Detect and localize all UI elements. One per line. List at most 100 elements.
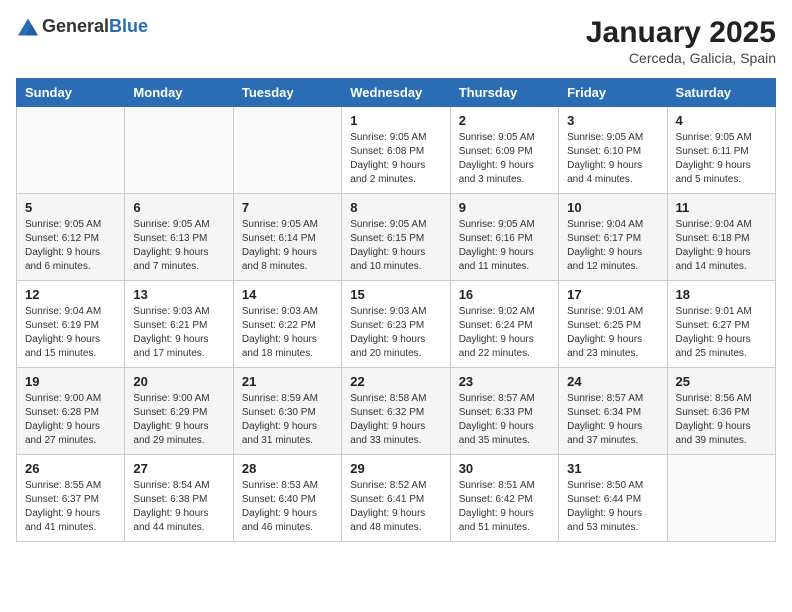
weekday-header-wednesday: Wednesday [342, 79, 450, 107]
page-header: GeneralBlue January 2025 Cerceda, Galici… [16, 16, 776, 66]
calendar-cell: 26 Sunrise: 8:55 AMSunset: 6:37 PMDayligh… [17, 455, 125, 542]
calendar-cell [125, 107, 233, 194]
day-info: Sunrise: 9:05 AMSunset: 6:12 PMDaylight:… [25, 218, 116, 274]
calendar-cell: 2 Sunrise: 9:05 AMSunset: 6:09 PMDaylight… [450, 107, 558, 194]
day-info: Sunrise: 9:02 AMSunset: 6:24 PMDaylight:… [459, 305, 550, 361]
day-number: 21 [242, 374, 333, 389]
day-number: 25 [676, 374, 767, 389]
day-number: 20 [133, 374, 224, 389]
day-number: 24 [567, 374, 658, 389]
calendar-cell [667, 455, 775, 542]
day-number: 10 [567, 200, 658, 215]
day-number: 7 [242, 200, 333, 215]
day-info: Sunrise: 8:52 AMSunset: 6:41 PMDaylight:… [350, 479, 441, 535]
day-info: Sunrise: 9:04 AMSunset: 6:19 PMDaylight:… [25, 305, 116, 361]
calendar-cell [17, 107, 125, 194]
calendar-body: 1 Sunrise: 9:05 AMSunset: 6:08 PMDaylight… [17, 107, 776, 542]
calendar-cell: 7 Sunrise: 9:05 AMSunset: 6:14 PMDaylight… [233, 194, 341, 281]
day-info: Sunrise: 8:56 AMSunset: 6:36 PMDaylight:… [676, 392, 767, 448]
location-title: Cerceda, Galicia, Spain [586, 50, 776, 66]
weekday-header-saturday: Saturday [667, 79, 775, 107]
calendar-cell: 24 Sunrise: 8:57 AMSunset: 6:34 PMDayligh… [559, 368, 667, 455]
calendar-cell: 3Sunrise: 9:05 AMSunset: 6:10 PMDaylight… [559, 107, 667, 194]
weekday-header-thursday: Thursday [450, 79, 558, 107]
day-number: 17 [567, 287, 658, 302]
logo-icon [16, 17, 40, 37]
day-number: 19 [25, 374, 116, 389]
day-number: 26 [25, 461, 116, 476]
day-number: 29 [350, 461, 441, 476]
day-info: Sunrise: 8:57 AMSunset: 6:33 PMDaylight:… [459, 392, 550, 448]
calendar-cell: 30 Sunrise: 8:51 AMSunset: 6:42 PMDayligh… [450, 455, 558, 542]
day-info: Sunrise: 9:01 AMSunset: 6:27 PMDaylight:… [676, 305, 767, 361]
calendar-week-row: 1 Sunrise: 9:05 AMSunset: 6:08 PMDaylight… [17, 107, 776, 194]
day-number: 11 [676, 200, 767, 215]
day-info: Sunrise: 8:55 AMSunset: 6:37 PMDaylight:… [25, 479, 116, 535]
calendar-cell: 29 Sunrise: 8:52 AMSunset: 6:41 PMDayligh… [342, 455, 450, 542]
day-info: Sunrise: 8:59 AMSunset: 6:30 PMDaylight:… [242, 392, 333, 448]
day-number: 2 [459, 113, 550, 128]
day-info: Sunrise: 9:00 AMSunset: 6:29 PMDaylight:… [133, 392, 224, 448]
day-info: Sunrise: 9:00 AMSunset: 6:28 PMDaylight:… [25, 392, 116, 448]
day-info: Sunrise: 9:03 AMSunset: 6:23 PMDaylight:… [350, 305, 441, 361]
day-number: 1 [350, 113, 441, 128]
day-info: Sunrise: 9:05 AMSunset: 6:15 PMDaylight:… [350, 218, 441, 274]
day-number: 18 [676, 287, 767, 302]
weekday-header-row: SundayMondayTuesdayWednesdayThursdayFrid… [17, 79, 776, 107]
day-number: 9 [459, 200, 550, 215]
day-info: Sunrise: 9:03 AMSunset: 6:21 PMDaylight:… [133, 305, 224, 361]
calendar-cell: 25 Sunrise: 8:56 AMSunset: 6:36 PMDayligh… [667, 368, 775, 455]
day-info: Sunrise: 8:57 AMSunset: 6:34 PMDaylight:… [567, 392, 658, 448]
day-info: Sunrise: 9:01 AMSunset: 6:25 PMDaylight:… [567, 305, 658, 361]
day-info: Sunrise: 9:05 AMSunset: 6:09 PMDaylight:… [459, 131, 550, 187]
calendar-cell: 10 Sunrise: 9:04 AMSunset: 6:17 PMDayligh… [559, 194, 667, 281]
day-number: 3 [567, 113, 658, 128]
calendar-cell: 19 Sunrise: 9:00 AMSunset: 6:28 PMDayligh… [17, 368, 125, 455]
calendar-cell: 28Sunrise: 8:53 AMSunset: 6:40 PMDayligh… [233, 455, 341, 542]
calendar-table: SundayMondayTuesdayWednesdayThursdayFrid… [16, 78, 776, 542]
day-info: Sunrise: 8:51 AMSunset: 6:42 PMDaylight:… [459, 479, 550, 535]
calendar-cell: 22Sunrise: 8:58 AMSunset: 6:32 PMDayligh… [342, 368, 450, 455]
calendar-cell: 9 Sunrise: 9:05 AMSunset: 6:16 PMDaylight… [450, 194, 558, 281]
calendar-cell: 4 Sunrise: 9:05 AMSunset: 6:11 PMDaylight… [667, 107, 775, 194]
weekday-header-friday: Friday [559, 79, 667, 107]
calendar-week-row: 5 Sunrise: 9:05 AMSunset: 6:12 PMDaylight… [17, 194, 776, 281]
calendar-cell: 31 Sunrise: 8:50 AMSunset: 6:44 PMDayligh… [559, 455, 667, 542]
calendar-cell: 16 Sunrise: 9:02 AMSunset: 6:24 PMDayligh… [450, 281, 558, 368]
logo: GeneralBlue [16, 16, 148, 37]
day-number: 23 [459, 374, 550, 389]
day-info: Sunrise: 8:53 AMSunset: 6:40 PMDaylight:… [242, 479, 333, 535]
calendar-cell: 18 Sunrise: 9:01 AMSunset: 6:27 PMDayligh… [667, 281, 775, 368]
day-info: Sunrise: 9:05 AMSunset: 6:13 PMDaylight:… [133, 218, 224, 274]
calendar-week-row: 26 Sunrise: 8:55 AMSunset: 6:37 PMDayligh… [17, 455, 776, 542]
day-info: Sunrise: 9:04 AMSunset: 6:17 PMDaylight:… [567, 218, 658, 274]
day-number: 5 [25, 200, 116, 215]
day-info: Sunrise: 8:58 AMSunset: 6:32 PMDaylight:… [350, 392, 441, 448]
day-number: 31 [567, 461, 658, 476]
calendar-cell: 20 Sunrise: 9:00 AMSunset: 6:29 PMDayligh… [125, 368, 233, 455]
day-number: 30 [459, 461, 550, 476]
calendar-cell [233, 107, 341, 194]
day-number: 6 [133, 200, 224, 215]
day-number: 4 [676, 113, 767, 128]
day-info: Sunrise: 9:05 AMSunset: 6:11 PMDaylight:… [676, 131, 767, 187]
day-info: Sunrise: 9:05 AMSunset: 6:16 PMDaylight:… [459, 218, 550, 274]
calendar-week-row: 12Sunrise: 9:04 AMSunset: 6:19 PMDayligh… [17, 281, 776, 368]
day-number: 16 [459, 287, 550, 302]
day-info: Sunrise: 9:05 AMSunset: 6:08 PMDaylight:… [350, 131, 441, 187]
weekday-header-monday: Monday [125, 79, 233, 107]
calendar-cell: 12Sunrise: 9:04 AMSunset: 6:19 PMDayligh… [17, 281, 125, 368]
calendar-cell: 27Sunrise: 8:54 AMSunset: 6:38 PMDayligh… [125, 455, 233, 542]
day-info: Sunrise: 9:05 AMSunset: 6:14 PMDaylight:… [242, 218, 333, 274]
day-info: Sunrise: 8:54 AMSunset: 6:38 PMDaylight:… [133, 479, 224, 535]
day-info: Sunrise: 9:04 AMSunset: 6:18 PMDaylight:… [676, 218, 767, 274]
title-area: January 2025 Cerceda, Galicia, Spain [586, 16, 776, 66]
weekday-header-sunday: Sunday [17, 79, 125, 107]
calendar-cell: 5 Sunrise: 9:05 AMSunset: 6:12 PMDaylight… [17, 194, 125, 281]
calendar-cell: 1 Sunrise: 9:05 AMSunset: 6:08 PMDaylight… [342, 107, 450, 194]
calendar-cell: 13Sunrise: 9:03 AMSunset: 6:21 PMDayligh… [125, 281, 233, 368]
day-number: 8 [350, 200, 441, 215]
day-info: Sunrise: 8:50 AMSunset: 6:44 PMDaylight:… [567, 479, 658, 535]
calendar-cell: 14Sunrise: 9:03 AMSunset: 6:22 PMDayligh… [233, 281, 341, 368]
calendar-cell: 21 Sunrise: 8:59 AMSunset: 6:30 PMDayligh… [233, 368, 341, 455]
